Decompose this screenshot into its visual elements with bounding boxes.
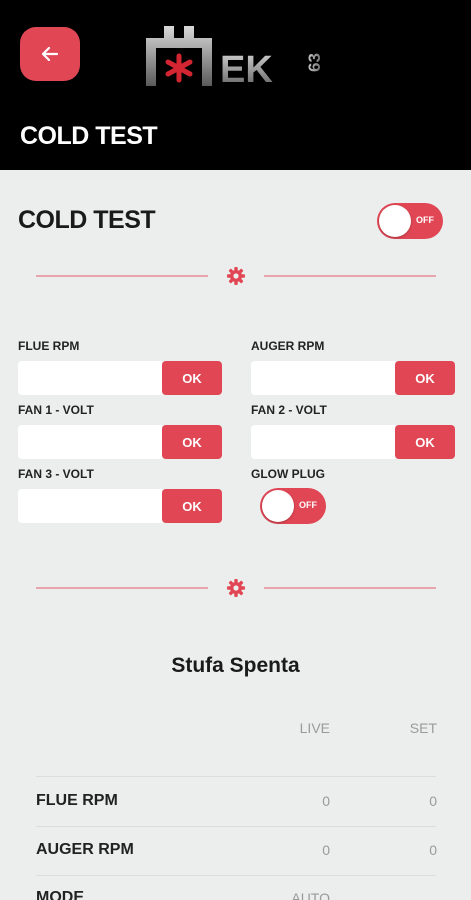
logo-subtext: 63 bbox=[305, 53, 324, 72]
fan2-volt-ok-button[interactable]: OK bbox=[395, 425, 455, 459]
fan3-volt-label: FAN 3 - VOLT bbox=[18, 467, 94, 481]
page-title: COLD TEST bbox=[20, 122, 158, 150]
fan3-volt-ok-button[interactable]: OK bbox=[162, 489, 222, 523]
brand-logo: EK 63 bbox=[146, 26, 324, 90]
auger-rpm-ok-button[interactable]: OK bbox=[395, 361, 455, 395]
auger-rpm-label: AUGER RPM bbox=[251, 339, 325, 353]
flue-rpm-live-value: 0 bbox=[322, 793, 330, 809]
fan2-volt-input[interactable] bbox=[251, 425, 395, 459]
row-divider bbox=[36, 875, 436, 876]
toggle-knob bbox=[262, 490, 294, 522]
logo-text: EK bbox=[220, 49, 273, 90]
toggle-knob bbox=[379, 205, 411, 237]
app-header: EK 63 COLD TEST bbox=[0, 0, 471, 170]
fan1-volt-label: FAN 1 - VOLT bbox=[18, 403, 94, 417]
auger-rpm-live-value: 0 bbox=[322, 842, 330, 858]
row-label-mode: MODE bbox=[36, 889, 84, 900]
cold-test-title: COLD TEST bbox=[18, 206, 156, 234]
stove-status-title: Stufa Spenta bbox=[171, 654, 300, 677]
row-label-flue-rpm: FLUE RPM bbox=[36, 792, 118, 809]
row-label-auger-rpm: AUGER RPM bbox=[36, 841, 134, 858]
toggle-label: OFF bbox=[299, 500, 317, 510]
flue-rpm-input[interactable] bbox=[18, 361, 162, 395]
flue-rpm-set-value: 0 bbox=[429, 793, 437, 809]
gear-icon bbox=[227, 267, 245, 285]
auger-rpm-input[interactable] bbox=[251, 361, 395, 395]
row-divider bbox=[36, 826, 436, 827]
fan1-volt-input[interactable] bbox=[18, 425, 162, 459]
toggle-label: OFF bbox=[416, 215, 434, 225]
arrow-left-icon bbox=[42, 47, 58, 61]
cold-test-toggle[interactable]: OFF bbox=[377, 203, 443, 239]
flue-rpm-ok-button[interactable]: OK bbox=[162, 361, 222, 395]
main-content: COLD TEST OFF FLUE RPM OK AUGER RPM OK F… bbox=[0, 170, 471, 900]
section-divider bbox=[36, 266, 436, 286]
flue-rpm-label: FLUE RPM bbox=[18, 339, 80, 353]
glow-plug-toggle[interactable]: OFF bbox=[260, 488, 326, 524]
fan1-volt-ok-button[interactable]: OK bbox=[162, 425, 222, 459]
section-divider bbox=[36, 578, 436, 598]
row-divider bbox=[36, 776, 436, 777]
column-header-live: LIVE bbox=[299, 720, 330, 736]
glow-plug-label: GLOW PLUG bbox=[251, 467, 325, 481]
mode-live-value: AUTO bbox=[291, 890, 330, 900]
back-button[interactable] bbox=[20, 27, 80, 81]
gear-icon bbox=[227, 579, 245, 597]
auger-rpm-set-value: 0 bbox=[429, 842, 437, 858]
column-header-set: SET bbox=[409, 720, 437, 736]
fan2-volt-label: FAN 2 - VOLT bbox=[251, 403, 327, 417]
fan3-volt-input[interactable] bbox=[18, 489, 162, 523]
